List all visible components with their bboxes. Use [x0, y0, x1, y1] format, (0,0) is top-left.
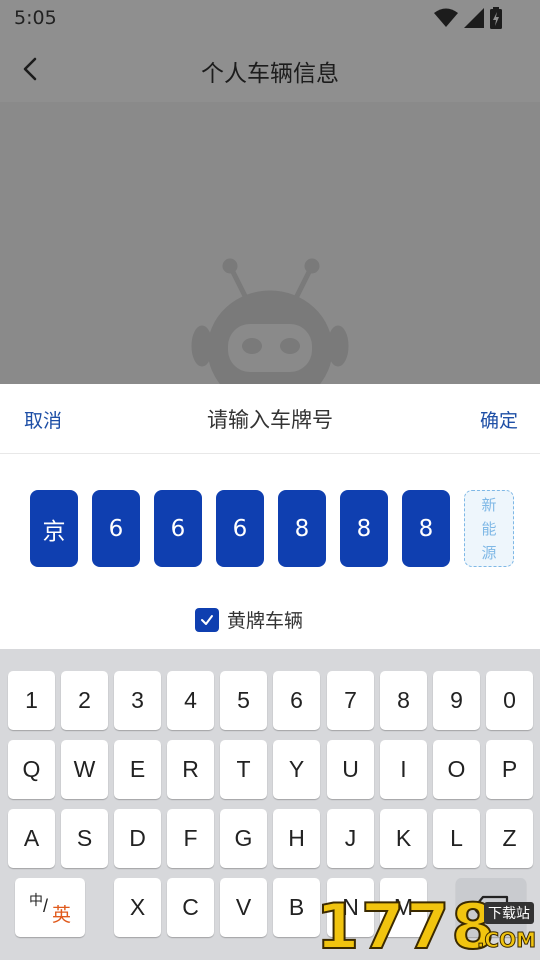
key[interactable]: E [114, 740, 161, 799]
key[interactable]: 7 [327, 671, 374, 730]
key[interactable]: 8 [380, 671, 427, 730]
key[interactable]: S [61, 809, 108, 868]
yellow-plate-label: 黄牌车辆 [227, 610, 304, 632]
new-energy-cell[interactable]: 新 能 源 [464, 490, 514, 567]
lang-zh-label: 中 [29, 892, 43, 908]
plate-cell-province[interactable]: 京 [30, 490, 78, 567]
plate-input-row: 京 6 6 6 8 8 8 新 能 源 [30, 490, 514, 567]
key[interactable]: P [486, 740, 533, 799]
plate-cell[interactable]: 6 [154, 490, 202, 567]
key[interactable]: I [380, 740, 427, 799]
key[interactable]: F [167, 809, 214, 868]
app-bar: 个人车辆信息 [0, 36, 540, 102]
key[interactable]: V [220, 878, 267, 937]
yellow-plate-checkbox[interactable] [195, 607, 219, 632]
key[interactable]: H [273, 809, 320, 868]
key[interactable]: 9 [433, 671, 480, 730]
key[interactable]: 6 [273, 671, 320, 730]
key[interactable]: G [220, 809, 267, 868]
new-energy-label-1: 新 [481, 495, 497, 514]
wifi-icon [434, 8, 458, 27]
yellow-plate-option[interactable]: 黄牌车辆 [195, 606, 303, 633]
plate-cell[interactable]: 8 [340, 490, 388, 567]
key[interactable]: 3 [114, 671, 161, 730]
key[interactable]: 4 [167, 671, 214, 730]
plate-cell[interactable]: 8 [278, 490, 326, 567]
key[interactable]: W [61, 740, 108, 799]
key[interactable]: C [167, 878, 214, 937]
status-time: 5:05 [14, 7, 57, 29]
battery-icon [490, 7, 502, 29]
confirm-button[interactable]: 确定 [480, 406, 518, 433]
new-energy-label-3: 源 [481, 543, 497, 562]
key[interactable]: T [220, 740, 267, 799]
key[interactable]: O [433, 740, 480, 799]
watermark-logo: 1778 下载站 .COM [315, 890, 540, 960]
key[interactable]: R [167, 740, 214, 799]
key[interactable]: Z [486, 809, 533, 868]
robot-mascot-icon [191, 258, 349, 384]
page-title: 个人车辆信息 [201, 61, 339, 87]
key[interactable]: 5 [220, 671, 267, 730]
signal-icon [464, 8, 484, 28]
status-icons [434, 7, 502, 29]
checkmark-icon [201, 614, 213, 625]
plate-input-sheet: 取消 请输入车牌号 确定 京 6 6 6 8 8 8 新 能 源 黄牌车辆 [0, 384, 540, 649]
key[interactable]: 2 [61, 671, 108, 730]
key[interactable]: Q [8, 740, 55, 799]
watermark-suffix: .COM [476, 928, 536, 953]
key[interactable]: L [433, 809, 480, 868]
plate-cell[interactable]: 6 [216, 490, 264, 567]
sheet-title: 请输入车牌号 [207, 408, 333, 432]
status-bar: 5:05 [0, 0, 540, 36]
key[interactable]: J [327, 809, 374, 868]
key[interactable]: B [273, 878, 320, 937]
plate-cell[interactable]: 6 [92, 490, 140, 567]
key[interactable]: 0 [486, 671, 533, 730]
plate-cell[interactable]: 8 [402, 490, 450, 567]
key[interactable]: 1 [8, 671, 55, 730]
sheet-header: 取消 请输入车牌号 确定 [0, 384, 540, 454]
key[interactable]: D [114, 809, 161, 868]
key[interactable]: A [8, 809, 55, 868]
lang-en-label: 英 [52, 905, 72, 926]
key[interactable]: Y [273, 740, 320, 799]
watermark-digits: 1778 [315, 890, 497, 960]
watermark-tag: 下载站 [484, 902, 534, 924]
key[interactable]: K [380, 809, 427, 868]
language-switch-key[interactable]: 中 / 英 [15, 878, 85, 937]
key[interactable]: X [114, 878, 161, 937]
key[interactable]: U [327, 740, 374, 799]
new-energy-label-2: 能 [481, 519, 497, 538]
lang-slash: / [43, 896, 49, 916]
